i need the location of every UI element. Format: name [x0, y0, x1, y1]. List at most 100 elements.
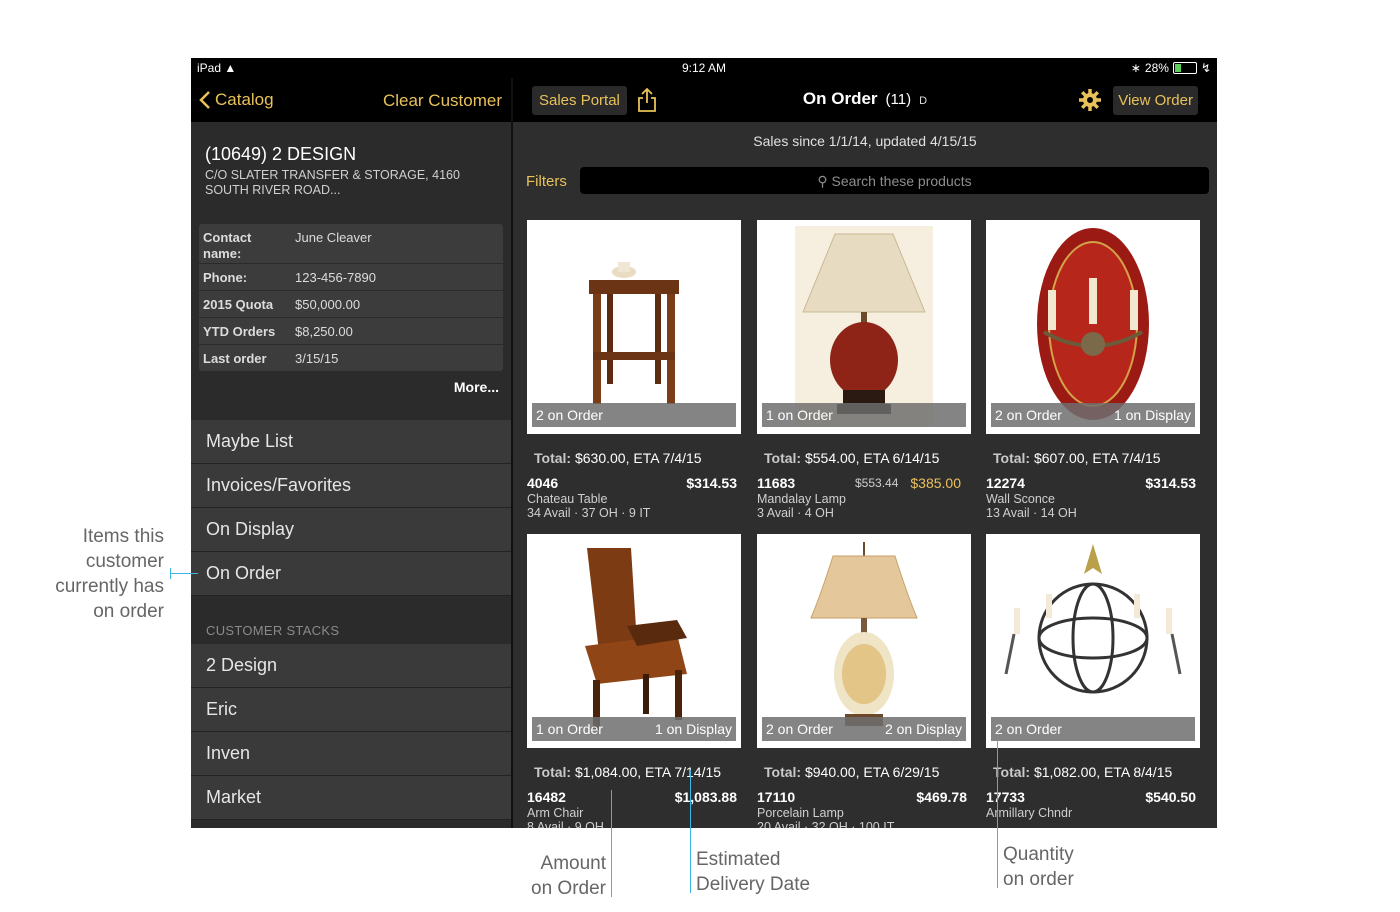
product-image: 2 on Order	[527, 220, 741, 434]
product-image: 1 on Order	[757, 220, 971, 434]
back-button[interactable]: Catalog	[199, 90, 274, 110]
product-availability: 8 Avail · 9 OH	[527, 820, 604, 828]
left-nav-bar: Catalog Clear Customer	[191, 78, 511, 122]
list-item-maybe-list[interactable]: Maybe List	[191, 420, 511, 464]
chandelier-image	[1004, 544, 1182, 694]
stack-item-inven[interactable]: Inven	[191, 732, 511, 776]
order-total: Total: $1,082.00, ETA 8/4/15	[993, 764, 1173, 780]
porcelain-lamp-image	[810, 542, 918, 726]
page-title-label: On Order	[802, 89, 878, 108]
info-label: Phone:	[203, 270, 248, 285]
product-name: Arm Chair	[527, 806, 584, 820]
list-item-label: On Display	[206, 519, 295, 539]
list-item-label: Maybe List	[206, 431, 294, 451]
quantity-overlay: 2 on Order 2 on Display	[762, 717, 966, 741]
info-value: $8,250.00	[295, 324, 353, 339]
on-display-count: 1 on Display	[1113, 407, 1191, 423]
product-price: $540.50	[1145, 789, 1196, 805]
info-row: Last order 3/15/15	[199, 345, 503, 371]
info-value: $50,000.00	[295, 297, 361, 312]
search-icon: ⚲	[817, 173, 828, 189]
quantity-overlay: 1 on Order	[762, 403, 966, 427]
status-time: 9:12 AM	[681, 61, 727, 75]
product-price: $469.78	[916, 789, 967, 805]
product-name: Chateau Table	[527, 492, 608, 506]
list-item-on-display[interactable]: On Display	[191, 508, 511, 552]
status-bar: iPad ▲ 9:12 AM ∗ 28% ↯	[191, 58, 1217, 78]
order-total: Total: $554.00, ETA 6/14/15	[764, 450, 940, 466]
customer-panel: Catalog Clear Customer (10649) 2 DESIGN …	[191, 78, 511, 828]
info-value: 3/15/15	[295, 351, 339, 366]
stack-item-label: Inven	[206, 743, 251, 763]
product-image: 2 on Order	[986, 534, 1200, 748]
order-total: Total: $1,084.00, ETA 7/14/15	[534, 764, 722, 780]
order-total: Total: $607.00, ETA 7/4/15	[993, 450, 1161, 466]
quantity-overlay: 2 on Order	[991, 717, 1195, 741]
annotation-eta: Estimated Delivery Date	[696, 849, 811, 895]
filters-button[interactable]: Filters	[526, 173, 567, 190]
product-availability: 3 Avail · 4 OH	[757, 506, 834, 520]
info-value: 123-456-7890	[295, 270, 376, 285]
on-order-count: 1 on Order	[536, 721, 603, 737]
annotation-items-on-order: Items this customer currently has on ord…	[55, 526, 164, 622]
info-row: 2015 Quota $50,000.00	[199, 291, 503, 318]
info-row: Contact name: June Cleaver	[199, 224, 503, 264]
download-indicator: D	[919, 95, 928, 107]
product-image: 2 on Order 1 on Display	[986, 220, 1200, 434]
battery-icon	[1172, 62, 1197, 74]
product-price: $1,083.88	[674, 789, 737, 805]
view-order-button[interactable]: View Order	[1113, 86, 1198, 115]
sale-price: $385.00	[910, 475, 961, 491]
stack-item-label: 2 Design	[206, 655, 278, 675]
info-value: June Cleaver	[295, 230, 372, 245]
info-label: 2015 Quota	[203, 297, 274, 312]
product-name: Porcelain Lamp	[757, 806, 844, 820]
product-sku: 4046	[527, 475, 559, 491]
product-sku: 17110	[757, 789, 796, 805]
on-order-count: 2 on Order	[995, 721, 1062, 737]
battery-percent: 28%	[1144, 61, 1169, 75]
list-item-label: Invoices/Favorites	[206, 475, 352, 495]
more-button[interactable]: More...	[454, 379, 499, 395]
product-image: 1 on Order 1 on Display	[527, 534, 741, 748]
clear-customer-button[interactable]: Clear Customer	[383, 91, 502, 111]
customer-header: (10649) 2 DESIGN C/O SLATER TRANSFER & S…	[191, 122, 511, 222]
list-item-on-order[interactable]: On Order	[191, 552, 511, 596]
annotation-line	[170, 573, 198, 574]
charging-icon: ↯	[1200, 61, 1211, 75]
product-name: Armillary Chndr	[986, 806, 1073, 820]
product-sku: 17733	[986, 789, 1025, 805]
table-lamp-image	[795, 226, 933, 426]
stack-item-market[interactable]: Market	[191, 776, 511, 820]
page-title: On Order (11) D	[513, 89, 1217, 109]
quantity-overlay: 1 on Order 1 on Display	[532, 717, 736, 741]
on-display-count: 1 on Display	[654, 721, 732, 737]
stack-item-eric[interactable]: Eric	[191, 688, 511, 732]
product-name: Wall Sconce	[986, 492, 1056, 506]
product-sku: 12274	[986, 475, 1025, 491]
on-order-count: 2 on Order	[536, 407, 603, 423]
annotation-line	[997, 740, 998, 888]
chevron-left-icon	[199, 91, 210, 109]
product-panel: Sales Portal On Order(11)D View Order	[513, 78, 1217, 828]
customer-info-table: Contact name: June Cleaver Phone: 123-45…	[199, 224, 503, 371]
back-label: Catalog	[215, 90, 274, 109]
product-price: $314.53	[686, 475, 737, 491]
customer-lists: Maybe List Invoices/Favorites On Display…	[191, 420, 511, 820]
search-input[interactable]: ⚲ Search these products	[580, 167, 1209, 194]
product-sku: 16482	[527, 789, 566, 805]
bluetooth-icon: ∗	[1130, 61, 1141, 75]
on-order-count: 2 on Order	[766, 721, 833, 737]
info-label: Contact name:	[203, 230, 252, 261]
annotation-line	[170, 568, 171, 579]
stack-item-2-design[interactable]: 2 Design	[191, 644, 511, 688]
gear-icon[interactable]	[1078, 88, 1102, 112]
sales-since-text: Sales since 1/1/14, updated 4/15/15	[753, 133, 977, 149]
arm-chair-image	[585, 548, 687, 730]
order-total: Total: $940.00, ETA 6/29/15	[764, 764, 940, 780]
right-nav-bar: Sales Portal On Order (11) D View Order	[513, 78, 1217, 122]
info-label: Last order	[203, 351, 267, 366]
annotation-line	[611, 790, 612, 897]
list-item-invoices-favorites[interactable]: Invoices/Favorites	[191, 464, 511, 508]
annotation-quantity: Quantity on order	[1003, 844, 1074, 890]
